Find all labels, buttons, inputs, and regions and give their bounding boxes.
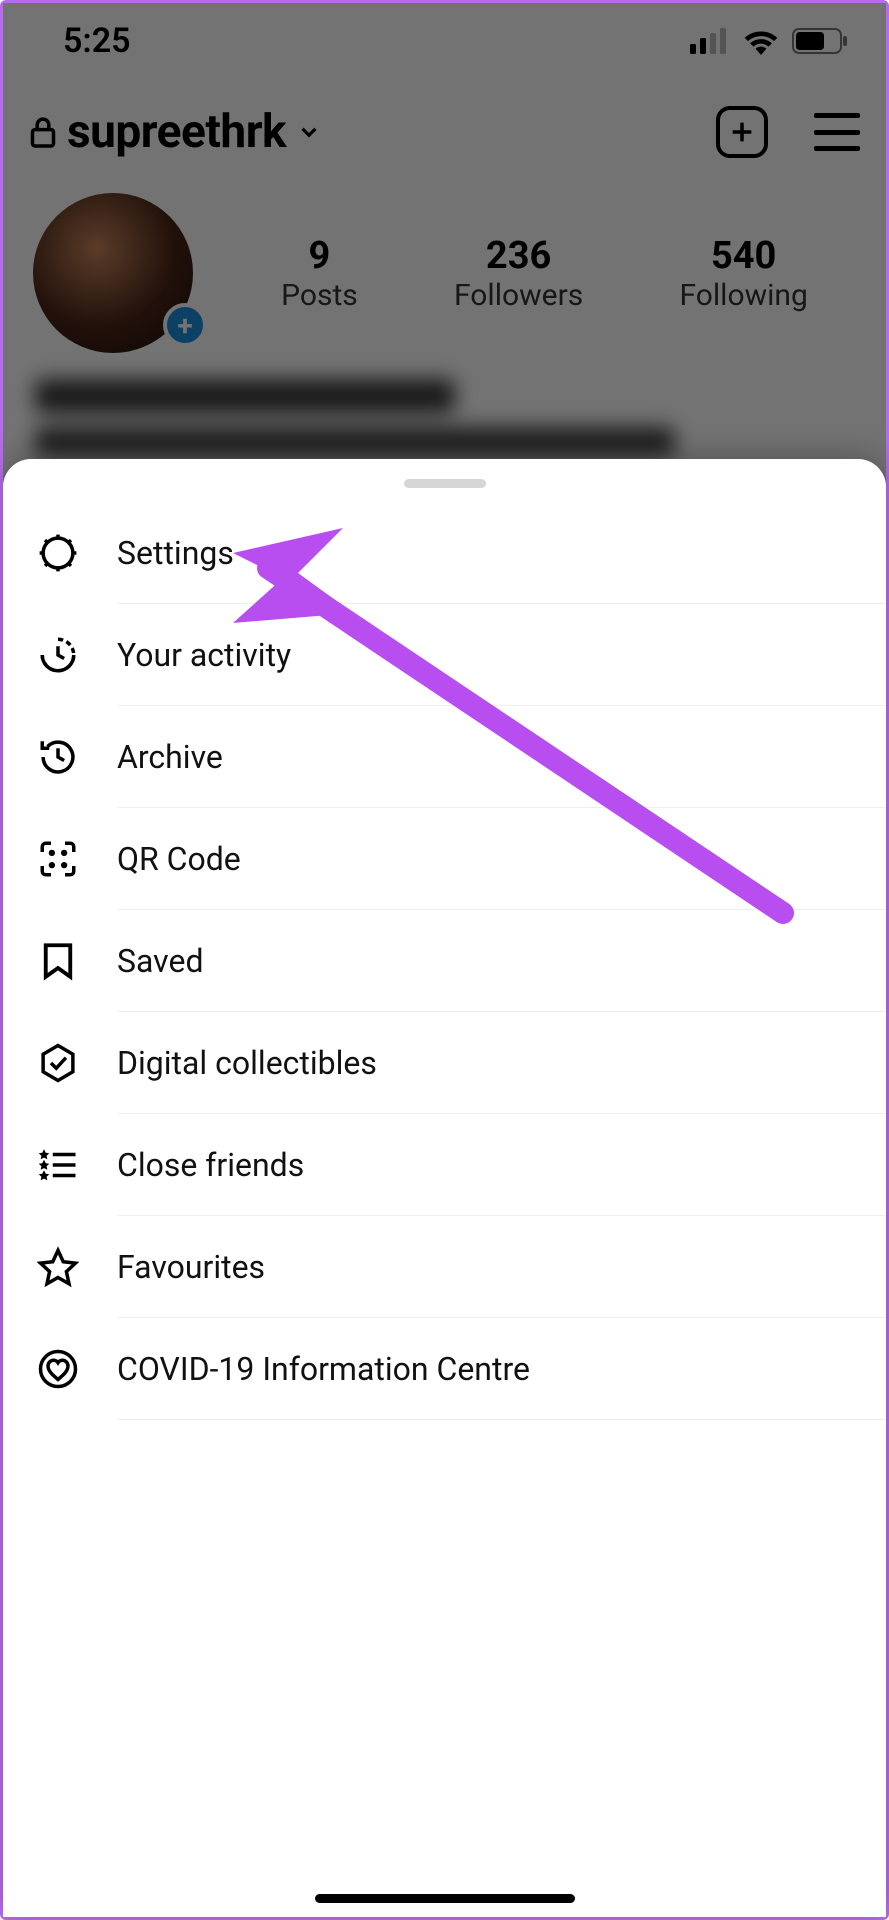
- create-button[interactable]: [716, 106, 768, 158]
- menu-label: Saved: [117, 910, 886, 1012]
- posts-label: Posts: [281, 278, 358, 313]
- activity-icon: [33, 634, 83, 676]
- settings-icon: [33, 532, 83, 574]
- menu-item-qr-code[interactable]: QR Code: [33, 808, 886, 910]
- archive-icon: [33, 736, 83, 778]
- following-label: Following: [679, 278, 807, 313]
- menu-item-settings[interactable]: Settings: [33, 502, 886, 604]
- collectibles-icon: [33, 1042, 83, 1084]
- menu-item-your-activity[interactable]: Your activity: [33, 604, 886, 706]
- posts-stat[interactable]: 9 Posts: [281, 234, 358, 313]
- profile-header: supreethrk: [3, 69, 886, 173]
- saved-icon: [33, 940, 83, 982]
- followers-stat[interactable]: 236 Followers: [454, 234, 583, 313]
- menu-label: COVID-19 Information Centre: [117, 1318, 886, 1420]
- bio-blurred: [3, 363, 886, 473]
- menu-label: Digital collectibles: [117, 1012, 886, 1114]
- menu-list: Settings Your activity Archive: [3, 502, 886, 1420]
- chevron-down-icon[interactable]: [296, 119, 322, 145]
- close-friends-icon: [33, 1144, 83, 1186]
- options-bottom-sheet: Settings Your activity Archive: [3, 459, 886, 1917]
- menu-item-digital-collectibles[interactable]: Digital collectibles: [33, 1012, 886, 1114]
- home-indicator[interactable]: [315, 1894, 575, 1903]
- cellular-icon: [690, 28, 730, 54]
- following-count: 540: [679, 234, 807, 278]
- lock-icon: [29, 115, 57, 149]
- avatar[interactable]: +: [33, 193, 213, 353]
- followers-label: Followers: [454, 278, 583, 313]
- favourites-icon: [33, 1246, 83, 1288]
- heart-info-icon: [33, 1348, 83, 1390]
- menu-item-archive[interactable]: Archive: [33, 706, 886, 808]
- status-time: 5:25: [63, 21, 131, 61]
- menu-label: Your activity: [117, 604, 886, 706]
- menu-item-close-friends[interactable]: Close friends: [33, 1114, 886, 1216]
- menu-item-favourites[interactable]: Favourites: [33, 1216, 886, 1318]
- profile-stats-row: + 9 Posts 236 Followers 540 Following: [3, 173, 886, 363]
- status-bar: 5:25: [3, 3, 886, 69]
- menu-label: Close friends: [117, 1114, 886, 1216]
- wifi-icon: [742, 27, 780, 55]
- battery-icon: [792, 28, 848, 54]
- following-stat[interactable]: 540 Following: [679, 234, 807, 313]
- menu-label: Archive: [117, 706, 886, 808]
- username[interactable]: supreethrk: [67, 105, 286, 159]
- menu-label: Settings: [117, 502, 886, 604]
- posts-count: 9: [281, 234, 358, 278]
- menu-item-covid-info[interactable]: COVID-19 Information Centre: [33, 1318, 886, 1420]
- menu-label: QR Code: [117, 808, 886, 910]
- menu-button[interactable]: [814, 113, 860, 151]
- menu-label: Favourites: [117, 1216, 886, 1318]
- menu-item-saved[interactable]: Saved: [33, 910, 886, 1012]
- qrcode-icon: [33, 838, 83, 880]
- add-story-badge[interactable]: +: [163, 303, 207, 347]
- status-right: [690, 27, 848, 55]
- sheet-grabber[interactable]: [404, 479, 486, 488]
- followers-count: 236: [454, 234, 583, 278]
